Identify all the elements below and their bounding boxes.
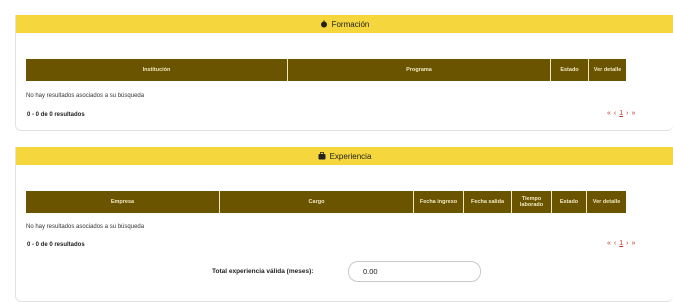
pager-first-button[interactable]: « [607, 240, 611, 247]
total-experiencia-label: Total experiencia válida (meses): [212, 268, 314, 275]
formacion-grid-header: Institución Programa Estado Ver detalle [26, 59, 626, 81]
column-estado[interactable]: Estado [552, 191, 587, 213]
pager-page-1[interactable]: 1 [619, 110, 623, 117]
formacion-result-count: 0 - 0 de 0 resultados [27, 112, 85, 118]
formacion-pager: « ‹ 1 › » [607, 110, 635, 117]
experiencia-header: Experiencia [16, 147, 673, 165]
pager-last-button[interactable]: » [632, 110, 636, 117]
briefcase-icon [318, 152, 326, 160]
column-estado[interactable]: Estado [551, 59, 589, 81]
pager-prev-button[interactable]: ‹ [614, 110, 616, 117]
pager-page-1[interactable]: 1 [619, 240, 623, 247]
graduation-icon [320, 20, 328, 28]
experiencia-no-results: No hay resultados asociados a su búsqued… [26, 224, 145, 230]
total-experiencia-field[interactable] [348, 261, 481, 282]
column-fecha-ingreso[interactable]: Fecha ingreso [414, 191, 464, 213]
pager-next-button[interactable]: › [626, 240, 628, 247]
formacion-title: Formación [331, 19, 370, 29]
experiencia-grid-header: Empresa Cargo Fecha ingreso Fecha salida… [26, 191, 626, 213]
pager-prev-button[interactable]: ‹ [614, 240, 616, 247]
pager-next-button[interactable]: › [626, 110, 628, 117]
column-ver-detalle[interactable]: Ver detalle [587, 191, 626, 213]
column-programa[interactable]: Programa [288, 59, 551, 81]
pager-first-button[interactable]: « [607, 110, 611, 117]
column-empresa[interactable]: Empresa [26, 191, 220, 213]
formacion-no-results: No hay resultados asociados a su búsqued… [26, 93, 145, 99]
formacion-header: Formación [16, 15, 673, 33]
pager-last-button[interactable]: » [632, 240, 636, 247]
experiencia-pager: « ‹ 1 › » [607, 240, 635, 247]
column-tiempo-laborado[interactable]: Tiempo laborado [512, 191, 552, 213]
column-institucion[interactable]: Institución [26, 59, 288, 81]
experiencia-title: Experiencia [329, 151, 372, 161]
column-ver-detalle[interactable]: Ver detalle [589, 59, 626, 81]
column-cargo[interactable]: Cargo [220, 191, 414, 213]
column-fecha-salida[interactable]: Fecha salida [464, 191, 512, 213]
experiencia-result-count: 0 - 0 de 0 resultados [27, 242, 85, 248]
